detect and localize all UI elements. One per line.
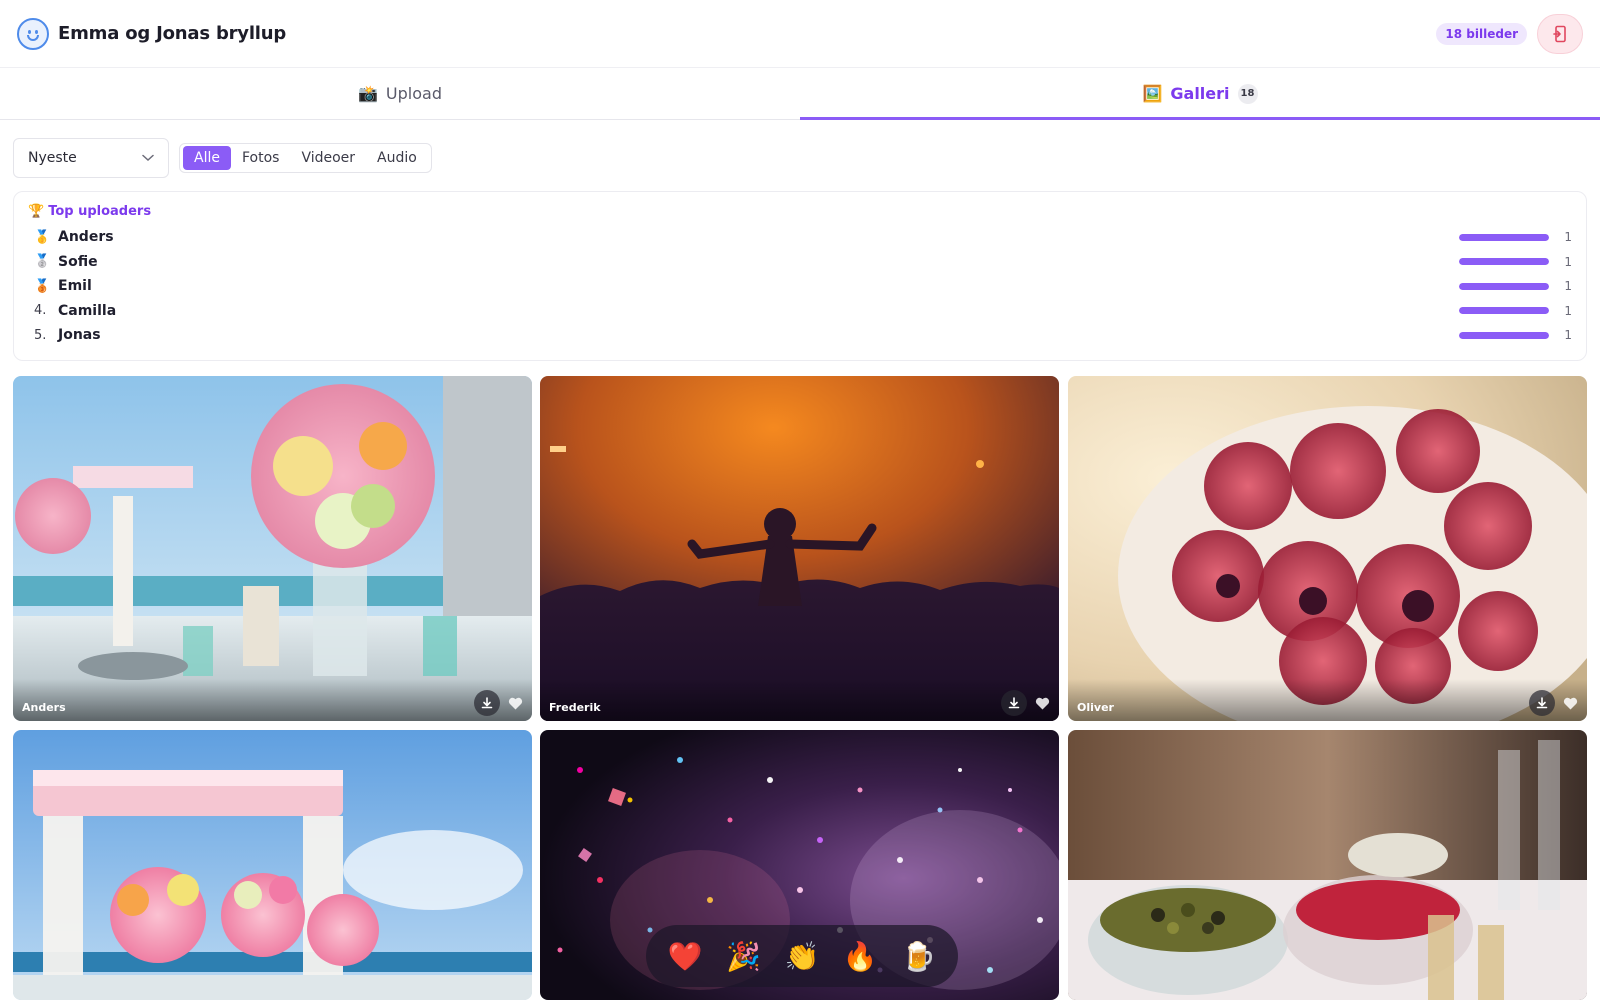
uploader-count: 1	[1564, 230, 1572, 245]
uploader-progress-bar	[1459, 258, 1549, 266]
gallery-item[interactable]: Oliver	[1068, 376, 1587, 721]
uploader-count: 1	[1564, 254, 1572, 269]
uploader-row: 🥈 Sofie 1	[28, 250, 1572, 275]
gold-medal-icon: 🥇	[34, 229, 51, 245]
thumbnail-overlay	[1068, 679, 1587, 721]
gallery-filters: Nyeste Alle Fotos Videoer Audio	[13, 138, 432, 178]
heart-icon	[1035, 697, 1049, 709]
uploader-label: Frederik	[549, 701, 601, 714]
sort-select[interactable]: Nyeste	[13, 138, 169, 178]
media-type-filter: Alle Fotos Videoer Audio	[179, 143, 432, 173]
uploader-count: 1	[1564, 328, 1572, 343]
top-uploaders-panel: 🏆 Top uploaders 🥇 Anders 1 🥈 Sofie 1 🥉 E…	[13, 191, 1587, 361]
tab-label: Galleri	[1170, 84, 1230, 103]
filter-all-button[interactable]: Alle	[183, 146, 231, 170]
download-button[interactable]	[474, 690, 500, 716]
gallery-count-badge: 18	[1237, 83, 1258, 104]
app-title: Emma og Jonas bryllup	[58, 23, 287, 44]
heart-icon	[1563, 697, 1577, 709]
item-actions	[474, 690, 525, 716]
top-uploaders-heading: Top uploaders	[48, 204, 152, 219]
uploader-progress-bar	[1459, 331, 1549, 339]
uploader-progress-fill	[1459, 307, 1549, 315]
uploader-row: 🥇 Anders 1	[28, 225, 1572, 250]
uploader-name: Jonas	[58, 327, 101, 344]
reaction-bar: ❤️ 🎉 👏 🔥 🍺	[646, 925, 958, 987]
uploader-row: 4. Camilla 1	[28, 299, 1572, 324]
tab-label: Upload	[385, 84, 442, 103]
photo-thumbnail	[540, 376, 1059, 721]
like-button[interactable]	[1560, 693, 1580, 713]
item-actions	[1529, 690, 1580, 716]
heart-icon	[508, 697, 522, 709]
exit-button[interactable]	[1537, 13, 1583, 54]
gallery-item[interactable]: Frederik	[540, 376, 1059, 721]
uploader-progress-fill	[1459, 282, 1549, 290]
photo-thumbnail	[13, 376, 532, 721]
exit-door-icon	[1553, 25, 1566, 42]
filter-audio-button[interactable]: Audio	[366, 146, 428, 170]
party-reaction-button[interactable]: 🎉	[723, 940, 765, 973]
main-tabs: 📸 Upload 🖼️ Galleri 18	[0, 68, 1600, 120]
filter-photos-button[interactable]: Fotos	[231, 146, 290, 170]
silver-medal-icon: 🥈	[34, 254, 51, 270]
camera-icon: 📸	[358, 84, 378, 103]
like-button[interactable]	[505, 693, 525, 713]
uploader-name: Anders	[58, 229, 114, 246]
gallery-item[interactable]: Anders	[13, 376, 532, 721]
uploader-count: 1	[1564, 279, 1572, 294]
uploader-progress-bar	[1459, 233, 1549, 241]
like-button[interactable]	[1032, 693, 1052, 713]
trophy-icon: 🏆	[28, 204, 45, 219]
fire-reaction-button[interactable]: 🔥	[839, 940, 881, 973]
thumbnail-overlay	[540, 679, 1059, 721]
uploader-count: 1	[1564, 303, 1572, 318]
uploader-row: 🥉 Emil 1	[28, 274, 1572, 299]
uploader-progress-fill	[1459, 233, 1549, 241]
beer-reaction-button[interactable]: 🍺	[898, 940, 940, 973]
image-count-badge: 18 billeder	[1436, 22, 1527, 45]
photo-thumbnail	[1068, 376, 1587, 721]
uploader-progress-bar	[1459, 282, 1549, 290]
tab-gallery[interactable]: 🖼️ Galleri 18	[800, 68, 1600, 120]
filter-videos-button[interactable]: Videoer	[290, 146, 366, 170]
chevron-down-icon	[142, 154, 154, 162]
app-header: Emma og Jonas bryllup 18 billeder	[0, 0, 1600, 68]
framed-picture-icon: 🖼️	[1142, 84, 1163, 103]
uploader-rank: 4.	[34, 303, 47, 319]
bronze-medal-icon: 🥉	[34, 278, 51, 294]
uploader-label: Oliver	[1077, 701, 1114, 714]
download-icon	[1536, 697, 1548, 709]
top-uploaders-title: 🏆 Top uploaders	[28, 204, 1572, 219]
uploader-progress-bar	[1459, 307, 1549, 315]
download-icon	[481, 697, 493, 709]
uploader-label: Anders	[22, 701, 66, 714]
tab-upload[interactable]: 📸 Upload	[0, 68, 800, 119]
photo-thumbnail	[13, 730, 532, 1000]
gallery-item[interactable]	[1068, 730, 1587, 1000]
photo-thumbnail	[1068, 730, 1587, 1000]
smiley-logo-icon	[17, 17, 49, 50]
download-button[interactable]	[1529, 690, 1555, 716]
heart-reaction-button[interactable]: ❤️	[664, 940, 706, 973]
uploader-progress-fill	[1459, 258, 1549, 266]
download-button[interactable]	[1001, 690, 1027, 716]
clap-reaction-button[interactable]: 👏	[781, 940, 823, 973]
uploader-progress-fill	[1459, 331, 1549, 339]
download-icon	[1008, 697, 1020, 709]
uploader-rank: 5.	[34, 327, 47, 343]
uploader-name: Sofie	[58, 253, 98, 270]
thumbnail-overlay	[13, 679, 532, 721]
uploader-name: Emil	[58, 278, 92, 295]
uploader-name: Camilla	[58, 302, 117, 319]
sort-select-value: Nyeste	[28, 150, 77, 166]
uploader-row: 5. Jonas 1	[28, 323, 1572, 348]
gallery-item[interactable]	[13, 730, 532, 1000]
item-actions	[1001, 690, 1052, 716]
